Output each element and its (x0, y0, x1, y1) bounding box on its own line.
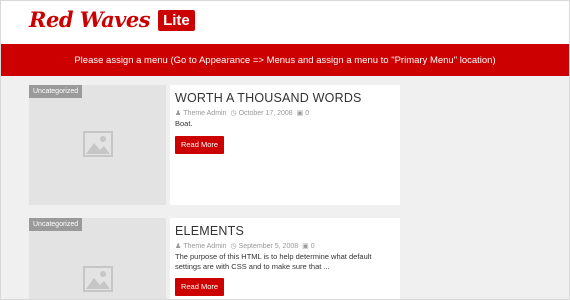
post-card: WORTH A THOUSAND WORDS ♟ Theme Admin ◷ O… (170, 85, 400, 205)
category-badge[interactable]: Uncategorized (29, 85, 83, 98)
page-frame: Red Waves Lite Please assign a menu (Go … (0, 0, 570, 300)
post-meta: ♟ Theme Admin ◷ October 17, 2008 ▣ 0 (175, 109, 309, 118)
site-header: Red Waves Lite (1, 1, 569, 44)
user-icon: ♟ (175, 243, 182, 250)
read-more-button[interactable]: Read More (175, 136, 224, 154)
comment-count[interactable]: 0 (305, 110, 309, 117)
comment-icon: ▣ (302, 243, 309, 250)
logo-badge: Lite (158, 9, 195, 31)
comment-count[interactable]: 0 (311, 243, 315, 250)
post-excerpt: Boat. (175, 119, 193, 128)
post-title[interactable]: ELEMENTS (175, 224, 244, 238)
site-logo[interactable]: Red Waves Lite (29, 7, 195, 33)
image-placeholder-icon (83, 266, 113, 292)
post-date: October 17, 2008 (238, 109, 293, 117)
clock-icon: ◷ (230, 110, 237, 117)
image-placeholder-icon (83, 131, 113, 157)
post-card: ELEMENTS ♟ Theme Admin ◷ September 5, 20… (170, 218, 400, 299)
user-icon: ♟ (175, 110, 182, 117)
read-more-button[interactable]: Read More (175, 278, 224, 296)
post-title[interactable]: WORTH A THOUSAND WORDS (175, 91, 362, 105)
post-date: September 5, 2008 (238, 242, 299, 250)
post-meta: ♟ Theme Admin ◷ September 5, 2008 ▣ 0 (175, 242, 315, 251)
post-excerpt: The purpose of this HTML is to help dete… (175, 252, 372, 271)
category-badge[interactable]: Uncategorized (29, 218, 83, 231)
logo-text: Red Waves (29, 7, 151, 32)
post-thumbnail[interactable]: Uncategorized (29, 218, 166, 299)
menu-notice: Please assign a menu (Go to Appearance =… (74, 54, 496, 66)
comment-icon: ▣ (296, 110, 304, 117)
primary-menu-bar: Please assign a menu (Go to Appearance =… (1, 44, 569, 76)
post-thumbnail[interactable]: Uncategorized (29, 85, 166, 205)
post-author[interactable]: Theme Admin (183, 243, 226, 250)
clock-icon: ◷ (230, 243, 237, 250)
post-author[interactable]: Theme Admin (183, 110, 226, 117)
